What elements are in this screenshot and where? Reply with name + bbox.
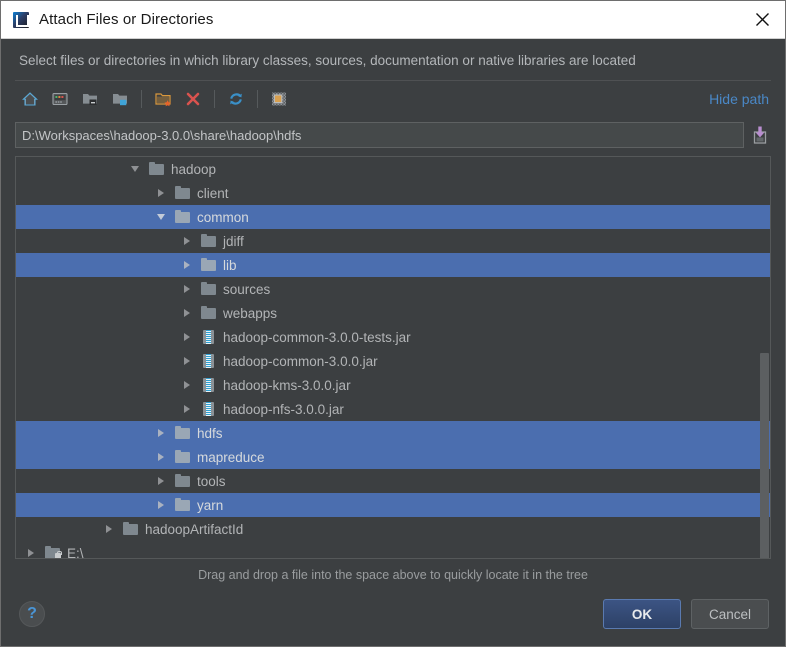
- folder-icon: [175, 209, 191, 225]
- tree-row-label: lib: [223, 257, 237, 273]
- jar-icon: [201, 353, 217, 369]
- folder-icon: [149, 161, 165, 177]
- folder-icon: [201, 233, 217, 249]
- refresh-icon[interactable]: [221, 85, 251, 113]
- show-hidden-icon[interactable]: [264, 85, 294, 113]
- path-row: [15, 122, 771, 148]
- chevron-right-icon[interactable]: [102, 522, 116, 536]
- tree-row[interactable]: common: [16, 205, 770, 229]
- delete-icon[interactable]: [178, 85, 208, 113]
- folder-icon: [175, 473, 191, 489]
- chevron-right-icon[interactable]: [154, 474, 168, 488]
- tree-row[interactable]: jdiff: [16, 229, 770, 253]
- chevron-right-icon[interactable]: [154, 426, 168, 440]
- new-folder-icon[interactable]: [148, 85, 178, 113]
- toolbar-separator: [257, 89, 258, 108]
- title-bar: Attach Files or Directories: [1, 1, 785, 39]
- tree-row-label: E:\: [67, 545, 84, 559]
- cancel-button[interactable]: Cancel: [691, 599, 769, 629]
- tree-row[interactable]: lib: [16, 253, 770, 277]
- chevron-right-icon[interactable]: [154, 186, 168, 200]
- tree-row[interactable]: hdfs: [16, 421, 770, 445]
- tree-scrollbar[interactable]: [760, 353, 769, 558]
- paste-path-icon[interactable]: [749, 122, 771, 148]
- tree-row[interactable]: mapreduce: [16, 445, 770, 469]
- toolbar: Hide path: [15, 80, 771, 116]
- window-title: Attach Files or Directories: [39, 11, 214, 28]
- folder-icon: [175, 497, 191, 513]
- tree-row-label: webapps: [223, 305, 278, 321]
- tree-row-label: mapreduce: [197, 449, 265, 465]
- tree-row[interactable]: tools: [16, 469, 770, 493]
- desktop-icon[interactable]: [45, 85, 75, 113]
- tree-row[interactable]: hadoop: [16, 157, 770, 181]
- tree-row-label: client: [197, 185, 229, 201]
- chevron-right-icon[interactable]: [180, 402, 194, 416]
- tree-row[interactable]: yarn: [16, 493, 770, 517]
- jar-icon: [201, 329, 217, 345]
- folder-locked-icon: [45, 545, 62, 558]
- toolbar-separator: [214, 89, 215, 108]
- tree-row[interactable]: hadoop-common-3.0.0.jar: [16, 349, 770, 373]
- jar-icon: [201, 377, 217, 393]
- tree-row-label: hadoop-nfs-3.0.0.jar: [223, 401, 344, 417]
- path-input[interactable]: [15, 122, 744, 148]
- folder-icon: [201, 305, 217, 321]
- chevron-right-icon[interactable]: [154, 498, 168, 512]
- drag-drop-hint: Drag and drop a file into the space abov…: [198, 568, 588, 582]
- chevron-down-icon[interactable]: [154, 210, 168, 224]
- tree-row[interactable]: hadoopArtifactId: [16, 517, 770, 541]
- chevron-right-icon[interactable]: [180, 354, 194, 368]
- folder-icon: [123, 521, 139, 537]
- tree-row-label: jdiff: [223, 233, 244, 249]
- chevron-right-icon[interactable]: [180, 282, 194, 296]
- tree-row-label: yarn: [197, 497, 224, 513]
- folder-icon: [175, 185, 191, 201]
- tree-row-label: hadoop-common-3.0.0-tests.jar: [223, 329, 411, 345]
- dialog-description: Select files or directories in which lib…: [19, 53, 636, 68]
- hide-path-link[interactable]: Hide path: [709, 91, 771, 107]
- chevron-down-icon[interactable]: [128, 162, 142, 176]
- ok-button[interactable]: OK: [603, 599, 681, 629]
- tree-row-label: hadoop-kms-3.0.0.jar: [223, 377, 351, 393]
- directory-tree[interactable]: hadoop client common jdiff lib sources webapps…: [15, 156, 771, 559]
- tree-rows: hadoop client common jdiff lib sources webapps…: [16, 157, 770, 558]
- folder-icon: [201, 281, 217, 297]
- chevron-right-icon[interactable]: [180, 306, 194, 320]
- tree-row[interactable]: sources: [16, 277, 770, 301]
- jar-icon: [201, 401, 217, 417]
- folder-project-icon[interactable]: [75, 85, 105, 113]
- tree-row-label: hadoop: [171, 161, 217, 177]
- tree-row[interactable]: webapps: [16, 301, 770, 325]
- chevron-right-icon[interactable]: [180, 258, 194, 272]
- folder-icon: [175, 449, 191, 465]
- tree-row[interactable]: client: [16, 181, 770, 205]
- dialog-footer: ? OK Cancel: [1, 582, 785, 646]
- tree-row-label: tools: [197, 473, 226, 489]
- toolbar-separator: [141, 89, 142, 108]
- chevron-right-icon[interactable]: [180, 378, 194, 392]
- home-icon[interactable]: [15, 85, 45, 113]
- tree-row[interactable]: hadoop-common-3.0.0-tests.jar: [16, 325, 770, 349]
- folder-module-icon[interactable]: [105, 85, 135, 113]
- tree-row-label: hdfs: [197, 425, 223, 441]
- tree-row-label: sources: [223, 281, 271, 297]
- tree-row-label: hadoop-common-3.0.0.jar: [223, 353, 378, 369]
- intellij-idea-icon: [13, 11, 29, 28]
- chevron-right-icon[interactable]: [154, 450, 168, 464]
- tree-row[interactable]: E:\: [16, 541, 770, 558]
- chevron-right-icon[interactable]: [180, 330, 194, 344]
- dialog-buttons: OK Cancel: [603, 599, 769, 629]
- chevron-right-icon[interactable]: [180, 234, 194, 248]
- folder-icon: [175, 425, 191, 441]
- chevron-right-icon[interactable]: [24, 546, 38, 558]
- close-icon[interactable]: [739, 1, 785, 39]
- tree-row[interactable]: hadoop-kms-3.0.0.jar: [16, 373, 770, 397]
- tree-row-label: hadoopArtifactId: [145, 521, 244, 537]
- tree-row[interactable]: hadoop-nfs-3.0.0.jar: [16, 397, 770, 421]
- folder-icon: [201, 257, 217, 273]
- attach-files-dialog: Attach Files or Directories Select files…: [0, 0, 786, 647]
- help-icon[interactable]: ?: [19, 601, 45, 627]
- tree-row-label: common: [197, 209, 249, 225]
